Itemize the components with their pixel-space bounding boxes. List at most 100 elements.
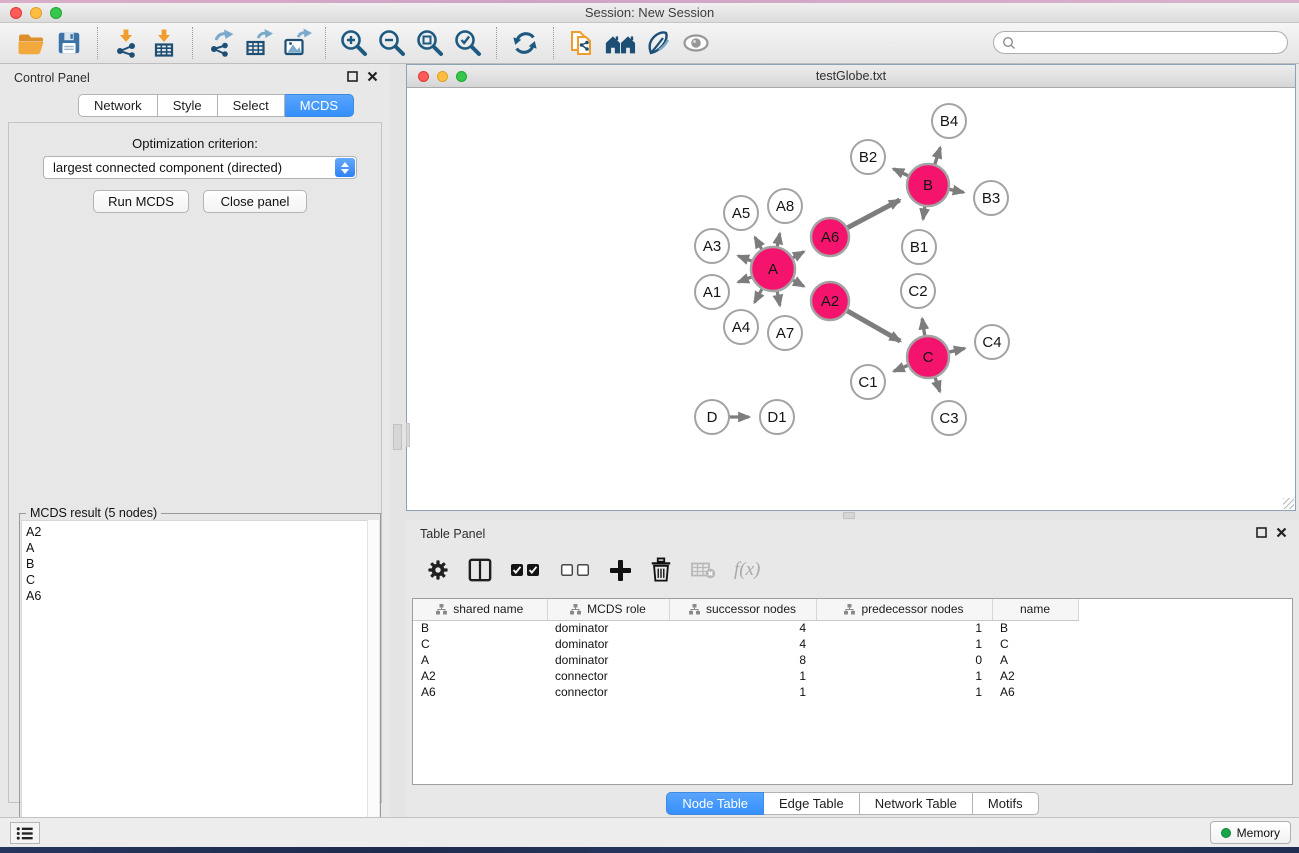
function-builder-icon[interactable]: f(x) (734, 559, 760, 581)
mcds-result-item[interactable]: B (26, 556, 378, 572)
graph-node-C[interactable]: C (907, 336, 949, 378)
mcds-result-item[interactable]: A2 (26, 524, 378, 540)
export-network-button[interactable] (202, 25, 240, 61)
graph-node-C1[interactable]: C1 (851, 365, 885, 399)
tab-style[interactable]: Style (158, 94, 218, 117)
table-settings-gear-icon[interactable] (426, 558, 450, 582)
mcds-result-item[interactable]: C (26, 572, 378, 588)
cell-name[interactable]: A (992, 652, 1078, 668)
task-history-button[interactable] (10, 822, 40, 844)
refresh-button[interactable] (506, 25, 544, 61)
export-image-button[interactable] (278, 25, 316, 61)
search-input[interactable] (993, 31, 1288, 54)
column-header-predecessor-nodes[interactable]: predecessor nodes (816, 599, 992, 620)
import-table-button[interactable] (145, 25, 183, 61)
cell-successor-nodes[interactable]: 4 (669, 620, 816, 636)
splitter-grip[interactable] (843, 512, 855, 519)
mcds-result-item[interactable]: A (26, 540, 378, 556)
cell-MCDS-role[interactable]: dominator (547, 652, 669, 668)
table-row[interactable]: Cdominator41C (413, 636, 1293, 652)
cell-predecessor-nodes[interactable]: 1 (816, 636, 992, 652)
deselect-all-icon[interactable] (560, 562, 592, 578)
cell-name[interactable]: B (992, 620, 1078, 636)
cell-MCDS-role[interactable]: dominator (547, 620, 669, 636)
graph-node-B2[interactable]: B2 (851, 140, 885, 174)
cell-MCDS-role[interactable]: connector (547, 668, 669, 684)
tab-network-table[interactable]: Network Table (860, 792, 973, 815)
column-header-MCDS-role[interactable]: MCDS role (547, 599, 669, 620)
cell-MCDS-role[interactable]: dominator (547, 636, 669, 652)
select-all-icon[interactable] (510, 562, 542, 578)
delete-column-trash-icon[interactable] (649, 557, 673, 583)
cell-shared-name[interactable]: A (413, 652, 547, 668)
close-panel-button[interactable]: Close panel (203, 190, 307, 213)
table-row[interactable]: Adominator80A (413, 652, 1293, 668)
tab-edge-table[interactable]: Edge Table (764, 792, 860, 815)
graph-node-A7[interactable]: A7 (768, 316, 802, 350)
graph-node-B1[interactable]: B1 (902, 230, 936, 264)
network-zoom-button[interactable] (456, 71, 467, 82)
close-panel-icon[interactable] (367, 71, 378, 82)
optimization-select[interactable]: largest connected component (directed) (43, 156, 357, 179)
show-columns-icon[interactable] (468, 558, 492, 582)
window-edge-grip[interactable] (406, 423, 410, 447)
table-row[interactable]: A2connector11A2 (413, 668, 1293, 684)
graph-node-B[interactable]: B (907, 164, 949, 206)
cell-predecessor-nodes[interactable]: 1 (816, 668, 992, 684)
window-resize-grip[interactable] (1283, 498, 1294, 509)
run-mcds-button[interactable]: Run MCDS (93, 190, 189, 213)
cell-shared-name[interactable]: A6 (413, 684, 547, 700)
tab-select[interactable]: Select (218, 94, 285, 117)
zoom-window-button[interactable] (50, 7, 62, 19)
two-houses-button[interactable] (601, 25, 639, 61)
delete-table-icon[interactable] (691, 561, 716, 579)
zoom-selected-button[interactable] (449, 25, 487, 61)
graph-node-A1[interactable]: A1 (695, 275, 729, 309)
minimize-window-button[interactable] (30, 7, 42, 19)
zoom-in-button[interactable] (335, 25, 373, 61)
eye-button[interactable] (677, 25, 715, 61)
graph-node-B4[interactable]: B4 (932, 104, 966, 138)
tab-motifs[interactable]: Motifs (973, 792, 1039, 815)
mcds-result-list[interactable]: A2ABCA6 (21, 520, 379, 851)
memory-button[interactable]: Memory (1210, 821, 1291, 844)
add-column-icon[interactable] (610, 560, 631, 581)
tab-network[interactable]: Network (78, 94, 158, 117)
mcds-list-scrollbar[interactable] (367, 520, 379, 851)
graph-node-D[interactable]: D (695, 400, 729, 434)
zoom-fit-button[interactable] (411, 25, 449, 61)
graph-edge-A2-C[interactable] (845, 309, 900, 341)
graph-node-A[interactable]: A (751, 247, 795, 291)
column-header-successor-nodes[interactable]: successor nodes (669, 599, 816, 620)
cell-name[interactable]: C (992, 636, 1078, 652)
network-canvas[interactable]: AA1A2A3A4A5A6A7A8BB1B2B3B4CC1C2C3C4DD1 (407, 88, 1295, 510)
import-network-button[interactable] (107, 25, 145, 61)
cell-predecessor-nodes[interactable]: 1 (816, 684, 992, 700)
cell-name[interactable]: A6 (992, 684, 1078, 700)
tab-node-table[interactable]: Node Table (666, 792, 764, 815)
cell-shared-name[interactable]: A2 (413, 668, 547, 684)
cell-successor-nodes[interactable]: 1 (669, 668, 816, 684)
horizontal-splitter[interactable] (406, 511, 1299, 520)
cell-shared-name[interactable]: C (413, 636, 547, 652)
graph-node-D1[interactable]: D1 (760, 400, 794, 434)
zoom-out-button[interactable] (373, 25, 411, 61)
cell-MCDS-role[interactable]: connector (547, 684, 669, 700)
close-panel-icon[interactable] (1276, 527, 1287, 538)
mcds-result-item[interactable]: A6 (26, 588, 378, 604)
graph-node-C3[interactable]: C3 (932, 401, 966, 435)
column-header-shared-name[interactable]: shared name (413, 599, 547, 620)
duplicate-network-button[interactable] (563, 25, 601, 61)
save-session-button[interactable] (50, 25, 88, 61)
graph-node-C4[interactable]: C4 (975, 325, 1009, 359)
graph-node-B3[interactable]: B3 (974, 181, 1008, 215)
splitter-grip[interactable] (393, 424, 402, 450)
cell-name[interactable]: A2 (992, 668, 1078, 684)
cell-shared-name[interactable]: B (413, 620, 547, 636)
table-row[interactable]: Bdominator41B (413, 620, 1293, 636)
column-header-name[interactable]: name (992, 599, 1078, 620)
open-session-button[interactable] (12, 25, 50, 61)
float-panel-icon[interactable] (347, 71, 358, 82)
network-close-button[interactable] (418, 71, 429, 82)
cell-predecessor-nodes[interactable]: 1 (816, 620, 992, 636)
